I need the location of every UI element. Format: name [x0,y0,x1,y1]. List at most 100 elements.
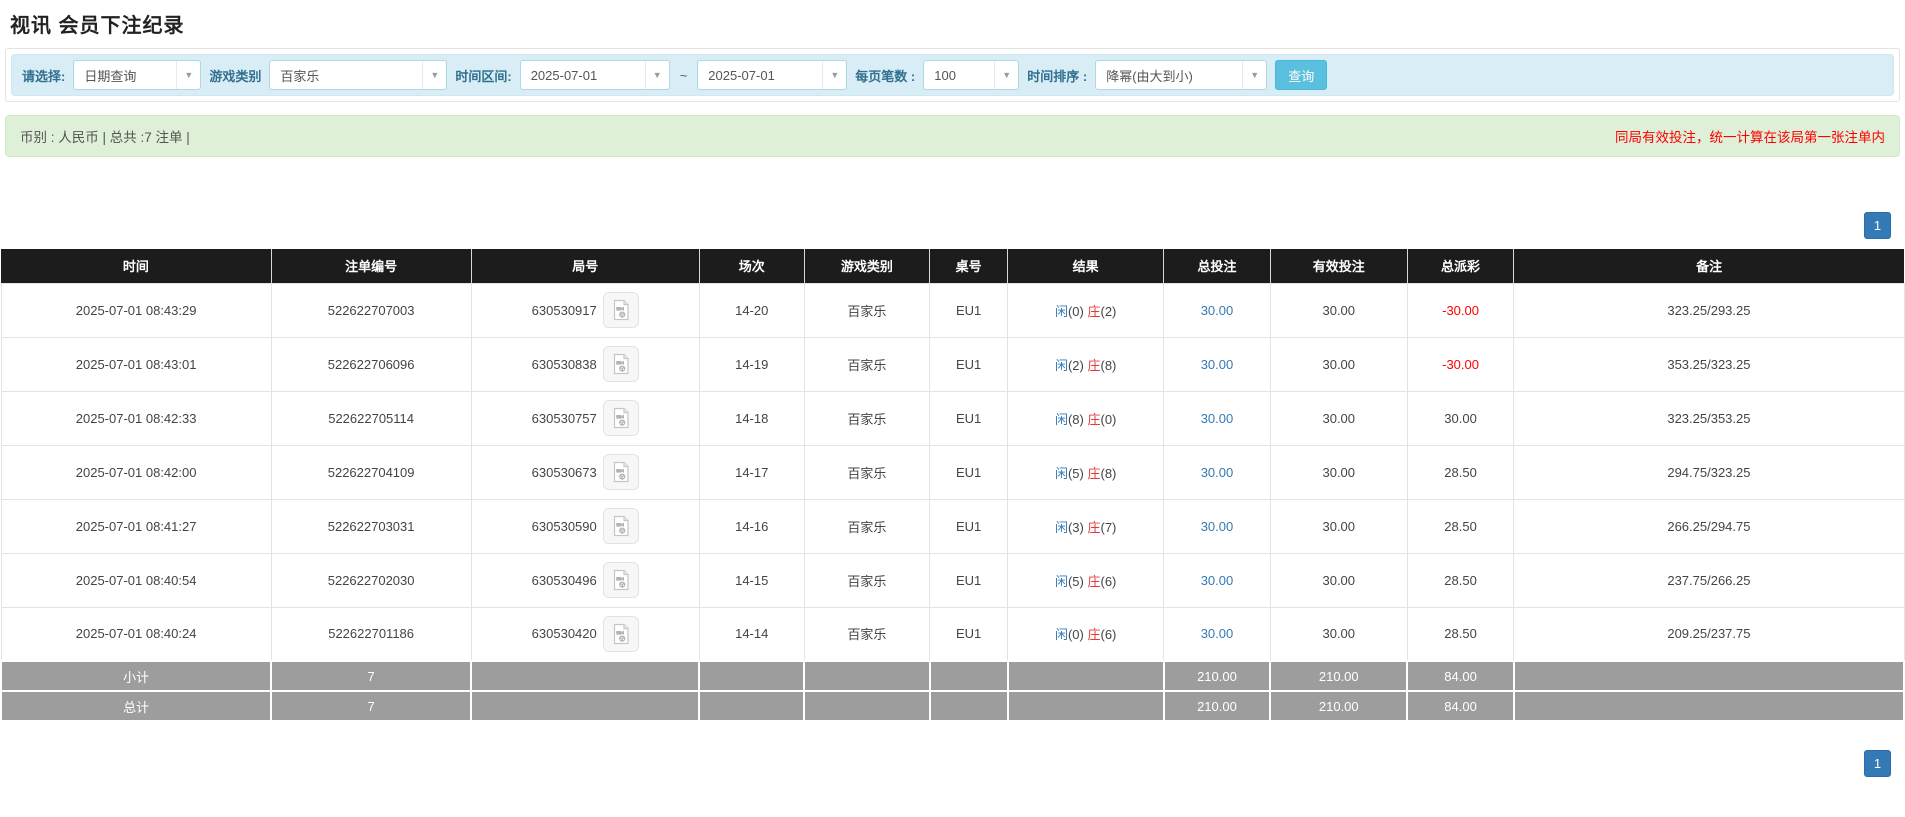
video-replay-button[interactable] [603,400,639,436]
header-time: 时间 [1,249,271,283]
cell-total-bet: 30.00 [1164,499,1271,553]
cell-bet-id: 522622705114 [271,391,471,445]
time-sort-value: 降幂(由大到小) [1096,61,1242,89]
header-payout: 总派彩 [1407,249,1514,283]
banker-score: (7) [1101,520,1117,535]
cell-session: 14-15 [699,553,804,607]
header-round-id: 局号 [471,249,699,283]
search-button[interactable]: 查询 [1275,60,1327,90]
date-to-select[interactable]: 2025-07-01 ▼ [697,60,847,90]
cell-time: 2025-07-01 08:40:24 [1,607,271,661]
cell-table-no: EU1 [930,283,1008,337]
cell-remark: 209.25/237.75 [1514,607,1904,661]
date-range-separator: ~ [678,68,690,83]
cell-time: 2025-07-01 08:43:29 [1,283,271,337]
total-payout: 84.00 [1407,691,1514,721]
currency-total-text: 币别 : 人民币 | 总共 :7 注单 | [20,126,190,146]
cell-time: 2025-07-01 08:42:00 [1,445,271,499]
cell-session: 14-14 [699,607,804,661]
cell-result: 闲(0) 庄(2) [1008,283,1164,337]
round-id-text: 630530838 [532,357,597,372]
video-replay-button[interactable] [603,562,639,598]
game-type-select[interactable]: 百家乐 ▼ [269,60,447,90]
cell-table-no: EU1 [930,391,1008,445]
time-sort-label: 时间排序 : [1027,66,1087,85]
cell-valid-bet: 30.00 [1270,283,1407,337]
subtotal-valid-bet: 210.00 [1270,661,1407,691]
video-replay-button[interactable] [603,346,639,382]
video-file-icon [609,298,633,322]
cell-total-bet: 30.00 [1164,607,1271,661]
chevron-down-icon: ▼ [176,61,200,89]
cell-table-no: EU1 [930,445,1008,499]
cell-total-bet: 30.00 [1164,337,1271,391]
table-row: 2025-07-01 08:41:27 522622703031 6305305… [1,499,1904,553]
page-size-select[interactable]: 100 ▼ [923,60,1019,90]
cell-total-bet: 30.00 [1164,283,1271,337]
cell-payout: 28.50 [1407,445,1514,499]
cell-total-bet: 30.00 [1164,445,1271,499]
banker-label: 庄 [1087,412,1100,427]
cell-payout: 30.00 [1407,391,1514,445]
pagination-bottom: 1 [0,750,1905,777]
subtotal-total-bet: 210.00 [1164,661,1271,691]
page-1-button[interactable]: 1 [1864,750,1891,777]
table-header-row: 时间 注单编号 局号 场次 游戏类别 桌号 结果 总投注 有效投注 总派彩 备注 [1,249,1904,283]
cell-session: 14-19 [699,337,804,391]
chevron-down-icon: ▼ [1242,61,1266,89]
video-file-icon [609,514,633,538]
player-score: (8) [1068,412,1084,427]
cell-remark: 237.75/266.25 [1514,553,1904,607]
video-replay-button[interactable] [603,616,639,652]
cell-valid-bet: 30.00 [1270,445,1407,499]
time-sort-select[interactable]: 降幂(由大到小) ▼ [1095,60,1267,90]
query-mode-value: 日期查询 [74,61,176,89]
player-label: 闲 [1055,520,1068,535]
cell-bet-id: 522622703031 [271,499,471,553]
chevron-down-icon: ▼ [422,61,446,89]
video-replay-button[interactable] [603,508,639,544]
cell-round-id: 630530673 [471,445,699,499]
cell-payout: 28.50 [1407,607,1514,661]
header-remark: 备注 [1514,249,1904,283]
cell-valid-bet: 30.00 [1270,391,1407,445]
cell-remark: 266.25/294.75 [1514,499,1904,553]
query-mode-select[interactable]: 日期查询 ▼ [73,60,201,90]
total-label: 总计 [1,691,271,721]
subtotal-row: 小计 7 210.00 210.00 84.00 [1,661,1904,691]
cell-table-no: EU1 [930,607,1008,661]
table-row: 2025-07-01 08:43:01 522622706096 6305308… [1,337,1904,391]
table-row: 2025-07-01 08:40:24 522622701186 6305304… [1,607,1904,661]
header-bet-id: 注单编号 [271,249,471,283]
chevron-down-icon: ▼ [645,61,669,89]
banker-score: (6) [1101,627,1117,642]
header-valid-bet: 有效投注 [1270,249,1407,283]
cell-game-type: 百家乐 [804,445,930,499]
cell-round-id: 630530420 [471,607,699,661]
chevron-down-icon: ▼ [994,61,1018,89]
cell-table-no: EU1 [930,553,1008,607]
cell-round-id: 630530838 [471,337,699,391]
video-file-icon [609,352,633,376]
cell-time: 2025-07-01 08:42:33 [1,391,271,445]
page-title: 视讯 会员下注纪录 [0,0,1905,48]
game-type-value: 百家乐 [270,61,422,89]
page-size-value: 100 [924,61,994,89]
cell-remark: 353.25/323.25 [1514,337,1904,391]
video-replay-button[interactable] [603,292,639,328]
cell-session: 14-20 [699,283,804,337]
banker-score: (2) [1101,304,1117,319]
date-from-select[interactable]: 2025-07-01 ▼ [520,60,670,90]
cell-remark: 323.25/353.25 [1514,391,1904,445]
header-session: 场次 [699,249,804,283]
banker-label: 庄 [1087,574,1100,589]
video-file-icon [609,622,633,646]
cell-round-id: 630530496 [471,553,699,607]
banker-label: 庄 [1087,304,1100,319]
cell-payout: -30.00 [1407,283,1514,337]
video-file-icon [609,406,633,430]
total-total-bet: 210.00 [1164,691,1271,721]
cell-time: 2025-07-01 08:40:54 [1,553,271,607]
video-replay-button[interactable] [603,454,639,490]
page-1-button[interactable]: 1 [1864,212,1891,239]
